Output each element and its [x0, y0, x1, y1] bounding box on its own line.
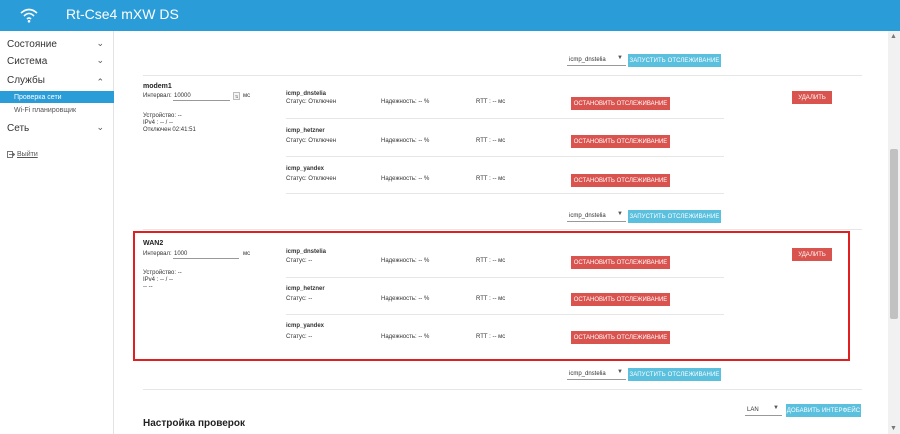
divider — [286, 314, 724, 315]
divider — [143, 229, 862, 230]
ipv4-text: IPv4 : -- / -- — [143, 120, 173, 126]
start-tracking-button[interactable]: ЗАПУСТИТЬ ОТСЛЕЖИВАНИЕ — [628, 54, 721, 67]
sidebar-item-label: Службы — [7, 74, 45, 86]
connection-status: -- -- — [143, 284, 153, 290]
logout-icon — [7, 151, 15, 158]
probe-reliability: Надежность: -- % — [381, 258, 430, 264]
divider — [143, 75, 862, 76]
chevron-up-icon: ⌃ — [96, 77, 104, 87]
sidebar-item-label: Состояние — [7, 38, 57, 50]
spinner-icon[interactable]: ⇅ — [233, 92, 240, 100]
logout-link[interactable]: Выйти — [7, 151, 38, 158]
chevron-down-icon: ▼ — [773, 405, 779, 411]
scroll-up-icon[interactable]: ▲ — [890, 33, 897, 40]
stop-tracking-button[interactable]: ОСТАНОВИТЬ ОТСЛЕЖИВАНИЕ — [571, 174, 670, 187]
probe-status: Статус: -- — [286, 334, 313, 340]
sidebar-item-network[interactable]: Сеть ⌄ — [0, 119, 114, 137]
interval-input[interactable]: 10000 — [173, 92, 230, 101]
ipv4-text: IPv4 : -- / -- — [143, 277, 173, 283]
logout-label: Выйти — [17, 151, 38, 158]
stop-tracking-button[interactable]: ОСТАНОВИТЬ ОТСЛЕЖИВАНИЕ — [571, 293, 670, 306]
chevron-down-icon: ▼ — [617, 369, 623, 375]
wifi-router-icon — [20, 8, 38, 23]
probe-select[interactable]: icmp_dnstelia ▼ — [567, 368, 626, 380]
sidebar-item-services[interactable]: Службы ⌃ — [0, 71, 114, 89]
probe-name: icmp_dnstelia — [286, 91, 327, 97]
sidebar-item-label: Система — [7, 55, 48, 67]
divider — [286, 156, 724, 157]
probe-name: icmp_yandex — [286, 323, 325, 329]
probe-status: Статус: Отключен — [286, 99, 337, 105]
sidebar-item-status[interactable]: Состояние ⌄ — [0, 35, 114, 53]
interval-label: Интервал: — [143, 93, 172, 99]
device-text: Устройство: -- — [143, 270, 182, 276]
probe-rtt: RTT : -- мс — [476, 296, 506, 302]
probe-name: icmp_hetzner — [286, 128, 325, 134]
probe-status: Статус: Отключен — [286, 138, 337, 144]
interval-input[interactable]: 1000 — [173, 250, 239, 259]
scroll-down-icon[interactable]: ▼ — [890, 425, 897, 432]
probe-rtt: RTT : -- мс — [476, 258, 506, 264]
stop-tracking-button[interactable]: ОСТАНОВИТЬ ОТСЛЕЖИВАНИЕ — [571, 135, 670, 148]
probe-status: Статус: -- — [286, 296, 313, 302]
sidebar: Состояние ⌄ Система ⌄ Службы ⌃ Проверка … — [0, 31, 114, 434]
sidebar-subitem-network-check[interactable]: Проверка сети — [0, 91, 114, 103]
divider — [286, 118, 724, 119]
chevron-down-icon: ▼ — [617, 211, 623, 217]
ms-unit: мс — [243, 251, 251, 257]
main-content — [115, 31, 888, 434]
probe-reliability: Надежность: -- % — [381, 334, 430, 340]
divider — [286, 193, 724, 194]
top-bar: Rt-Cse4 mXW DS — [0, 0, 900, 31]
probe-status: Статус: -- — [286, 258, 313, 264]
divider — [286, 277, 724, 278]
sidebar-item-label: Сеть — [7, 122, 30, 134]
stop-tracking-button[interactable]: ОСТАНОВИТЬ ОТСЛЕЖИВАНИЕ — [571, 97, 670, 110]
stop-tracking-button[interactable]: ОСТАНОВИТЬ ОТСЛЕЖИВАНИЕ — [571, 331, 670, 344]
interface-name: modem1 — [143, 83, 172, 90]
connection-status: Отключен 02:41:51 — [143, 127, 196, 133]
probe-reliability: Надежность: -- % — [381, 99, 430, 105]
scrollbar[interactable]: ▲ ▼ — [888, 31, 900, 434]
interface-select[interactable]: LAN ▼ — [745, 404, 782, 416]
probe-name: icmp_dnstelia — [286, 249, 327, 255]
probe-rtt: RTT : -- мс — [476, 334, 506, 340]
probe-status: Статус: Отключен — [286, 176, 337, 182]
chevron-down-icon: ⌄ — [96, 38, 104, 48]
divider — [143, 389, 862, 390]
stop-tracking-button[interactable]: ОСТАНОВИТЬ ОТСЛЕЖИВАНИЕ — [571, 256, 670, 269]
probe-reliability: Надежность: -- % — [381, 296, 430, 302]
interval-label: Интервал: — [143, 251, 172, 257]
probe-select[interactable]: icmp_dnstelia ▼ — [567, 54, 626, 66]
chevron-down-icon: ▼ — [617, 55, 623, 61]
probe-select[interactable]: icmp_dnstelia ▼ — [567, 210, 626, 222]
device-text: Устройство: -- — [143, 113, 182, 119]
probe-rtt: RTT : -- мс — [476, 138, 506, 144]
probe-rtt: RTT : -- мс — [476, 99, 506, 105]
delete-button[interactable]: УДАЛИТЬ — [792, 91, 832, 104]
sidebar-subitem-wifi-scheduler[interactable]: Wi-Fi планировщик — [0, 104, 114, 116]
scrollbar-thumb[interactable] — [890, 149, 898, 319]
ms-unit: мс — [243, 93, 251, 99]
interface-name: WAN2 — [143, 240, 164, 247]
start-tracking-button[interactable]: ЗАПУСТИТЬ ОТСЛЕЖИВАНИЕ — [628, 368, 721, 381]
probe-rtt: RTT : -- мс — [476, 176, 506, 182]
delete-button[interactable]: УДАЛИТЬ — [792, 248, 832, 261]
app-title: Rt-Cse4 mXW DS — [66, 6, 179, 22]
add-interface-button[interactable]: ДОБАВИТЬ ИНТЕРФЕЙС — [786, 404, 861, 417]
section-title: Настройка проверок — [143, 418, 246, 429]
probe-reliability: Надежность: -- % — [381, 176, 430, 182]
probe-name: icmp_hetzner — [286, 286, 325, 292]
probe-reliability: Надежность: -- % — [381, 138, 430, 144]
chevron-down-icon: ⌄ — [96, 55, 104, 65]
start-tracking-button[interactable]: ЗАПУСТИТЬ ОТСЛЕЖИВАНИЕ — [628, 210, 721, 223]
chevron-down-icon: ⌄ — [96, 122, 104, 132]
probe-name: icmp_yandex — [286, 166, 325, 172]
sidebar-item-system[interactable]: Система ⌄ — [0, 52, 114, 70]
